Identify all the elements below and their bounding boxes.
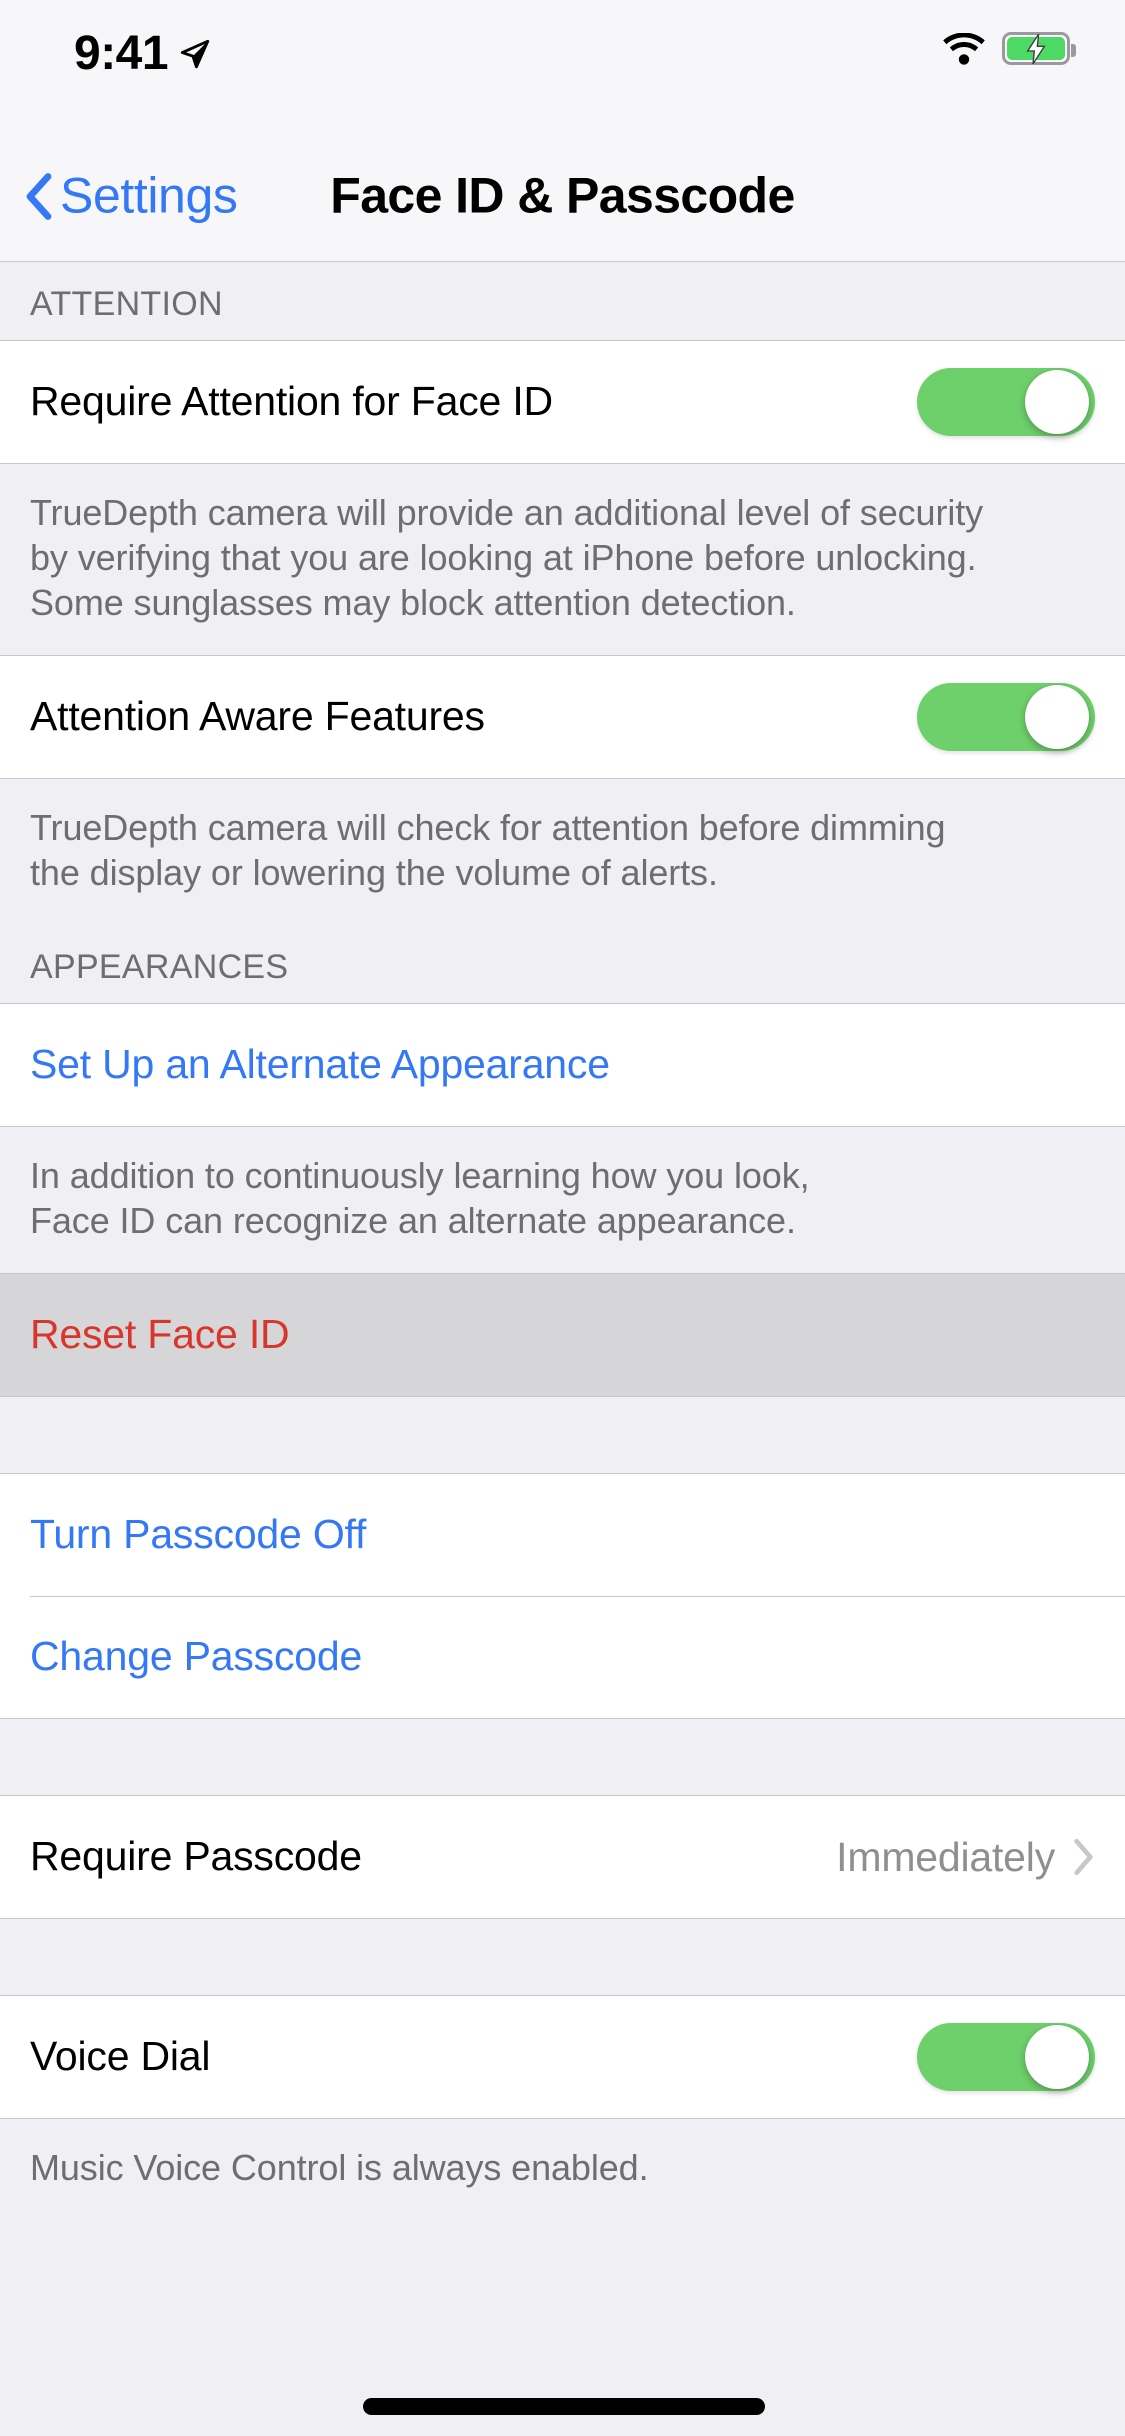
lightning-bolt-icon — [1026, 33, 1046, 64]
row-label-require-attention: Require Attention for Face ID — [30, 378, 553, 425]
row-label-voice-dial: Voice Dial — [30, 2033, 211, 2080]
row-label-turn-passcode-off: Turn Passcode Off — [30, 1511, 367, 1558]
row-voice-dial[interactable]: Voice Dial — [0, 1996, 1125, 2118]
status-bar-left: 9:41 — [74, 30, 212, 78]
location-arrow-icon — [180, 39, 210, 69]
row-label-set-up-alternate-appearance: Set Up an Alternate Appearance — [30, 1041, 610, 1088]
group-reset-face-id: Reset Face ID — [0, 1273, 1125, 1397]
footer-require-attention: TrueDepth camera will provide an additio… — [30, 492, 984, 623]
row-accessory — [917, 683, 1095, 751]
home-indicator[interactable] — [363, 2398, 765, 2415]
row-label-change-passcode: Change Passcode — [30, 1633, 363, 1680]
navigation-bar: Settings Face ID & Passcode — [0, 132, 1125, 262]
group-spacer — [0, 1719, 1125, 1795]
toggle-knob — [1025, 2025, 1089, 2089]
footer-voice-dial: Music Voice Control is always enabled. — [30, 2147, 649, 2188]
row-attention-aware-features[interactable]: Attention Aware Features — [0, 656, 1125, 778]
row-accessory — [917, 2023, 1095, 2091]
row-change-passcode[interactable]: Change Passcode — [0, 1596, 1125, 1718]
row-require-passcode[interactable]: Require Passcode Immediately — [0, 1796, 1125, 1918]
row-label-attention-aware: Attention Aware Features — [30, 693, 485, 740]
toggle-knob — [1025, 370, 1089, 434]
group-attention-aware: Attention Aware Features — [0, 655, 1125, 779]
row-value-require-passcode: Immediately — [836, 1833, 1055, 1880]
group-require-attention: Require Attention for Face ID — [0, 340, 1125, 464]
group-appearances: Set Up an Alternate Appearance — [0, 1003, 1125, 1127]
toggle-require-attention-for-face-id[interactable] — [917, 368, 1095, 436]
chevron-right-icon — [1074, 1838, 1093, 1876]
status-bar: 9:41 — [0, 0, 1125, 132]
section-header-appearances: APPEARANCES — [30, 948, 289, 986]
row-accessory — [917, 368, 1095, 436]
iphone-screen: 9:41 Settings Face ID & Passcode ATTENTI… — [0, 0, 1125, 2436]
toggle-knob — [1025, 685, 1089, 749]
status-bar-right — [942, 32, 1076, 65]
wifi-icon — [943, 32, 985, 65]
settings-list: ATTENTION Require Attention for Face ID … — [0, 262, 1125, 2220]
footer-attention-aware: TrueDepth camera will check for attentio… — [30, 807, 946, 893]
row-label-require-passcode: Require Passcode — [30, 1833, 362, 1880]
row-set-up-alternate-appearance[interactable]: Set Up an Alternate Appearance — [0, 1004, 1125, 1126]
toggle-attention-aware-features[interactable] — [917, 683, 1095, 751]
row-turn-passcode-off[interactable]: Turn Passcode Off — [0, 1474, 1125, 1596]
row-accessory: Immediately — [836, 1834, 1095, 1881]
group-spacer — [0, 1397, 1125, 1473]
group-spacer — [0, 1919, 1125, 1995]
footer-appearances: In addition to continuously learning how… — [30, 1155, 810, 1241]
row-reset-face-id[interactable]: Reset Face ID — [0, 1274, 1125, 1396]
group-require-passcode: Require Passcode Immediately — [0, 1795, 1125, 1919]
status-bar-time: 9:41 — [74, 27, 169, 80]
row-require-attention-for-face-id[interactable]: Require Attention for Face ID — [0, 341, 1125, 463]
group-passcode-actions: Turn Passcode Off Change Passcode — [0, 1473, 1125, 1719]
battery-charging-icon — [1002, 32, 1076, 65]
group-voice-dial: Voice Dial — [0, 1995, 1125, 2119]
page-title: Face ID & Passcode — [330, 167, 795, 223]
row-label-reset-face-id: Reset Face ID — [30, 1311, 290, 1358]
toggle-voice-dial[interactable] — [917, 2023, 1095, 2091]
section-header-attention: ATTENTION — [30, 285, 223, 323]
